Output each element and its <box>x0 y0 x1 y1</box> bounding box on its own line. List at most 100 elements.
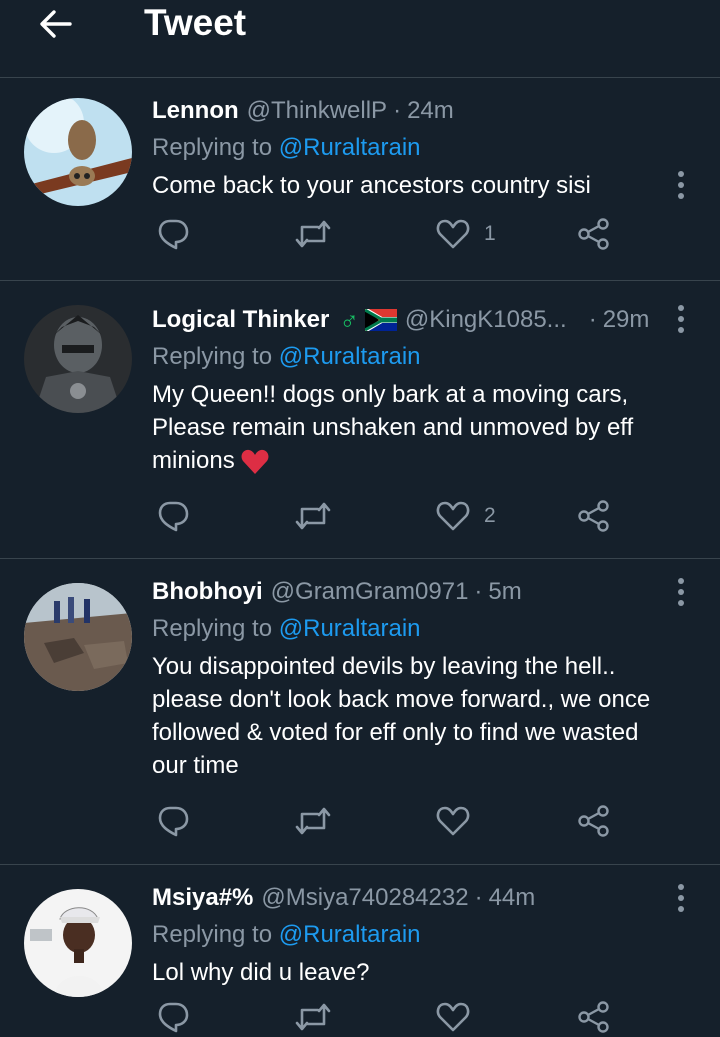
tweet-text: My Queen!! dogs only bark at a moving ca… <box>152 378 674 477</box>
tweet-text-line: You disappointed devils by leaving the h… <box>152 653 616 680</box>
author-handle[interactable]: @ThinkwellP <box>247 96 387 126</box>
share-icon <box>578 805 609 837</box>
tweet-text-line: please don't look back move forward., we… <box>152 686 651 713</box>
author-handle[interactable]: @KingK1085... <box>405 305 567 335</box>
timestamp[interactable]: 5m <box>488 577 521 607</box>
tweet-text-line: minions <box>152 447 235 474</box>
separator-dot: · <box>393 97 402 124</box>
separator-dot: · <box>474 578 483 605</box>
mention-link[interactable]: @Ruraltarain <box>279 134 421 161</box>
back-button[interactable] <box>36 4 76 44</box>
retweet-icon <box>295 1003 331 1031</box>
replying-prefix: Replying to <box>152 921 279 948</box>
retweet-button[interactable] <box>294 496 332 536</box>
tweet-text: You disappointed devils by leaving the h… <box>152 650 674 782</box>
avatar[interactable] <box>24 98 132 206</box>
more-vertical-icon <box>678 305 684 333</box>
avatar[interactable] <box>24 889 132 997</box>
replying-to: Replying to @Ruraltarain <box>152 614 674 644</box>
tweet-text: Come back to your ancestors country sisi <box>152 172 591 199</box>
reply-icon <box>158 1002 189 1033</box>
heart-icon <box>436 1002 470 1032</box>
arrow-left-icon <box>40 10 72 38</box>
retweet-button[interactable] <box>294 801 332 841</box>
retweet-icon <box>295 502 331 530</box>
share-button[interactable] <box>578 214 610 254</box>
author-name[interactable]: Logical Thinker <box>152 305 329 335</box>
retweet-icon <box>295 807 331 835</box>
action-bar <box>152 997 622 1037</box>
reply-icon <box>158 806 189 837</box>
mention-link[interactable]: @Ruraltarain <box>279 921 421 948</box>
share-button[interactable] <box>578 496 610 536</box>
mention-link[interactable]: @Ruraltarain <box>279 343 421 370</box>
share-icon <box>578 500 609 532</box>
reply-button[interactable] <box>156 801 190 841</box>
action-bar: 2 <box>152 496 622 536</box>
more-button[interactable] <box>676 883 686 913</box>
reply-button[interactable] <box>156 214 190 254</box>
like-button[interactable]: 2 <box>436 496 496 536</box>
tweet[interactable]: Lennon @ThinkwellP · 24m Replying to @Ru… <box>0 78 720 281</box>
heart-icon <box>436 219 470 249</box>
tweet[interactable]: Bhobhoyi @GramGram0971 · 5m Replying to … <box>0 559 720 865</box>
tweet-text-line: our time <box>152 752 239 779</box>
tweet-text: Lol why did u leave? <box>152 959 370 986</box>
replying-to: Replying to @Ruraltarain <box>152 133 674 163</box>
author-handle[interactable]: @GramGram0971 <box>271 577 469 607</box>
like-button[interactable] <box>436 801 484 841</box>
reply-icon <box>158 219 189 250</box>
replying-prefix: Replying to <box>152 615 279 642</box>
page-title: Tweet <box>144 2 247 43</box>
action-bar <box>152 801 622 841</box>
author-name[interactable]: Bhobhoyi <box>152 577 263 607</box>
share-icon <box>578 1001 609 1033</box>
action-bar: 1 <box>152 214 622 254</box>
author-name[interactable]: Msiya#% <box>152 883 253 913</box>
retweet-button[interactable] <box>294 997 332 1037</box>
top-bar: Tweet <box>0 0 720 78</box>
more-button[interactable] <box>676 577 686 607</box>
more-button[interactable] <box>676 304 686 334</box>
timestamp[interactable]: 24m <box>407 96 454 126</box>
replying-prefix: Replying to <box>152 343 279 370</box>
tweet[interactable]: Msiya#% @Msiya740284232 · 44m Replying t… <box>0 865 720 1035</box>
like-button[interactable]: 1 <box>436 214 496 254</box>
avatar[interactable] <box>24 583 132 691</box>
heart-icon <box>436 806 470 836</box>
like-count: 2 <box>484 504 496 527</box>
male-sign-emoji: ♂ <box>339 305 359 335</box>
replying-to: Replying to @Ruraltarain <box>152 342 674 372</box>
red-heart-emoji <box>241 449 269 474</box>
share-icon <box>578 218 609 250</box>
more-vertical-icon <box>678 171 684 199</box>
separator-dot: · <box>588 306 597 333</box>
timestamp[interactable]: 44m <box>489 883 536 913</box>
like-count: 1 <box>484 222 496 245</box>
avatar[interactable] <box>24 305 132 413</box>
reply-button[interactable] <box>156 496 190 536</box>
more-vertical-icon <box>678 884 684 912</box>
replying-to: Replying to @Ruraltarain <box>152 920 674 950</box>
tweet-text-line: followed & voted for eff only to find we… <box>152 719 639 746</box>
more-button[interactable] <box>676 170 686 200</box>
retweet-button[interactable] <box>294 214 332 254</box>
replying-prefix: Replying to <box>152 134 279 161</box>
share-button[interactable] <box>578 801 610 841</box>
separator-dot: · <box>474 884 483 911</box>
mention-link[interactable]: @Ruraltarain <box>279 615 421 642</box>
timestamp[interactable]: 29m <box>603 305 650 335</box>
retweet-icon <box>295 220 331 248</box>
tweet[interactable]: Logical Thinker ♂ @KingK1085... · 29m Re… <box>0 281 720 559</box>
author-handle[interactable]: @Msiya740284232 <box>261 883 468 913</box>
south-africa-flag-icon <box>364 309 397 331</box>
more-vertical-icon <box>678 578 684 606</box>
reply-icon <box>158 501 189 532</box>
reply-button[interactable] <box>156 997 190 1037</box>
tweet-text-line: My Queen!! dogs only bark at a moving ca… <box>152 381 629 408</box>
share-button[interactable] <box>578 997 610 1037</box>
tweet-text-line: Please remain unshaken and unmoved by ef… <box>152 414 634 441</box>
author-name[interactable]: Lennon <box>152 96 239 126</box>
heart-icon <box>436 501 470 531</box>
like-button[interactable] <box>436 997 484 1037</box>
